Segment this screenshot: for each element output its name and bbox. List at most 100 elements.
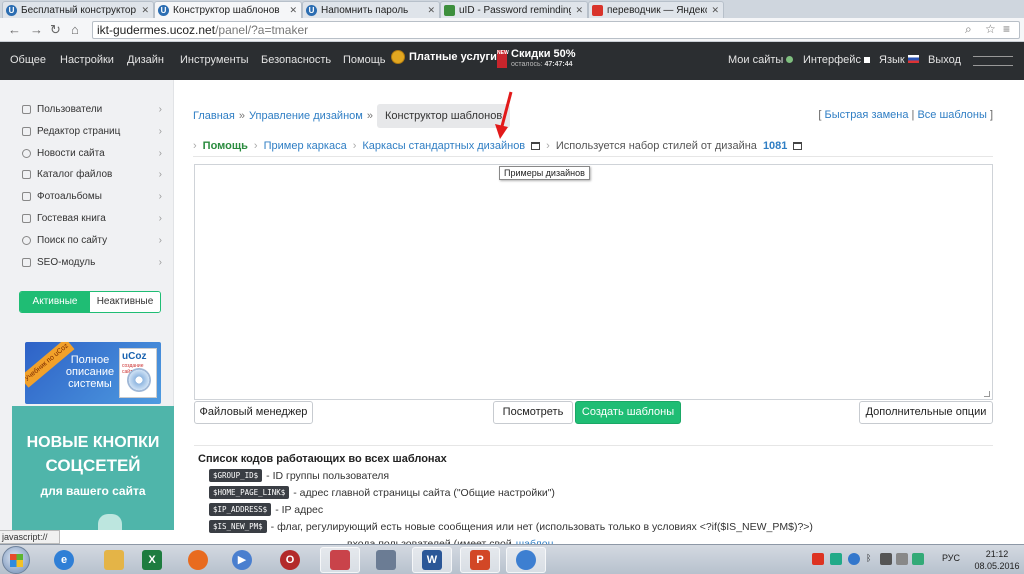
help-row: › Помощь › Пример каркаса › Каркасы стан… [193,138,993,154]
windows-logo-icon [10,554,23,567]
nav-settings[interactable]: Настройки [60,54,114,66]
discount-timer: 47:47:44 [544,61,573,68]
close-icon[interactable]: ✕ [575,5,583,16]
codes-list-title: Список кодов работающих во всех шаблонах [198,453,447,465]
browser-tab-3[interactable]: U Напомнить пароль ✕ [302,1,440,18]
banner-decoration-icon [98,514,122,530]
back-icon[interactable]: ← [8,22,21,38]
code-tag[interactable]: $GROUP_ID$ [209,469,263,482]
template-editor-textarea[interactable] [194,164,993,400]
browser-tab-2[interactable]: U Конструктор шаблонов ✕ [154,1,302,18]
nav-design[interactable]: Дизайн [127,54,164,66]
create-templates-button[interactable]: Создать шаблоны [575,401,681,424]
close-icon[interactable]: ✕ [711,5,719,16]
close-icon[interactable]: ✕ [141,5,149,16]
tab-label: Бесплатный конструктор [21,4,137,16]
breadcrumb-home[interactable]: Главная [193,110,235,122]
nav-my-sites[interactable]: Мои сайты [728,54,794,66]
taskbar-paint[interactable] [320,547,360,573]
browser-tab-4[interactable]: uID - Password reminding ✕ [440,1,588,18]
sidebar-item-seo[interactable]: SEO-модуль › [22,254,162,270]
design-number-link[interactable]: 1081 [763,140,787,152]
resize-handle-icon[interactable] [984,391,990,397]
chevron-right-icon: › [158,125,162,137]
tab-label: Напомнить пароль [321,4,409,16]
taskbar-clock[interactable]: 21:12 08.05.2016 [974,548,1020,572]
all-templates-link[interactable]: Все шаблоны [917,109,986,121]
taskbar-firefox[interactable] [178,547,218,573]
social-buttons-banner[interactable]: НОВЫЕ КНОПКИ СОЦСЕТЕЙ для вашего сайта [12,406,174,530]
bookmark-star-icon[interactable]: ☆ [985,22,996,36]
taskbar-opera[interactable]: O [270,547,310,573]
nav-language[interactable]: Язык [879,54,919,66]
home-icon[interactable]: ⌂ [71,22,79,38]
paid-services-link[interactable]: Платные услуги [391,50,497,64]
filter-active-button[interactable]: Активные [20,292,90,312]
window-icon[interactable] [793,142,803,150]
quick-replace-link[interactable]: Быстрая замена [825,109,909,121]
taskbar-media-player[interactable]: ▶ [222,547,262,573]
sidebar-item-page-editor[interactable]: Редактор страниц › [22,123,162,139]
tooltip: Примеры дизайнов [499,166,590,180]
close-icon[interactable]: ✕ [289,5,297,16]
code-tag[interactable]: $IP_ADDRESS$ [209,503,272,516]
sidebar-item-guestbook[interactable]: Гостевая книга › [22,210,162,226]
window-icon[interactable] [531,142,541,150]
tray-skype-icon[interactable] [848,553,860,565]
close-icon[interactable]: ✕ [427,5,435,16]
filter-inactive-button[interactable]: Неактивные [90,292,160,312]
nav-security[interactable]: Безопасность [261,54,331,66]
site-top-nav: Общее Настройки Дизайн Инструменты Безоп… [0,42,1024,80]
nav-general[interactable]: Общее [10,54,46,66]
taskbar-chrome[interactable] [506,547,546,573]
breadcrumb-design[interactable]: Управление дизайном [249,110,363,122]
taskbar-ie[interactable]: e [44,547,84,573]
taskbar-word[interactable]: W [412,547,452,573]
chevron-right-icon: › [158,103,162,115]
ucoz-tutorial-banner[interactable]: Учебник по uCoz Полное описание системы … [25,342,161,404]
browser-menu-icon[interactable]: ≡ [1003,22,1010,36]
sidebar-item-photo-albums[interactable]: Фотоальбомы › [22,188,162,204]
code-tag[interactable]: $HOME_PAGE_LINK$ [209,486,290,499]
tray-language[interactable]: РУС [942,553,960,563]
taskbar-excel[interactable]: X [132,547,172,573]
taskbar-powerpoint[interactable]: P [460,547,500,573]
file-manager-button[interactable]: Файловый менеджер [194,401,313,424]
search-icon[interactable]: ⌕ [965,22,972,37]
forward-icon[interactable]: → [30,22,43,38]
tray-app-icon[interactable] [830,553,842,565]
sidebar-item-file-catalog[interactable]: Каталог файлов › [22,166,162,182]
help-link[interactable]: Помощь [203,140,248,152]
tray-battery-icon[interactable] [896,553,908,565]
url-input[interactable]: ikt-gudermes.ucoz.net/panel/?a=tmaker ⌕ … [92,21,1020,39]
sidebar-item-news[interactable]: Новости сайта › [22,145,162,161]
sidebar-item-site-search[interactable]: Поиск по сайту › [22,232,162,248]
discount-link[interactable]: NEW Скидки 50% осталось: 47:47:44 [497,48,576,69]
code-description: - ID группы пользователя [266,469,390,482]
tray-bluetooth-icon[interactable]: ᛒ [866,553,871,563]
code-tag[interactable]: $IS_NEW_PM$ [209,520,267,533]
nav-help[interactable]: Помощь [343,54,386,66]
hamburger-icon[interactable] [973,56,1013,66]
nav-exit[interactable]: Выход [928,54,961,66]
reload-icon[interactable]: ↻ [50,22,61,38]
taskbar-calculator[interactable] [366,547,406,573]
excel-icon: X [142,550,162,570]
browser-tab-5[interactable]: переводчик — Яндекс.н ✕ [588,1,724,18]
start-button[interactable] [2,546,30,574]
bullet-icon: › [546,140,550,152]
preview-button[interactable]: Посмотреть [493,401,573,424]
discount-left-label: осталось: [511,61,543,68]
code-description: - IP адрес [275,503,324,516]
standard-frames-link[interactable]: Каркасы стандартных дизайнов [362,140,525,152]
sidebar-item-users[interactable]: Пользователи › [22,101,162,117]
nav-tools[interactable]: Инструменты [180,54,249,66]
tray-network-icon[interactable] [880,553,892,565]
tray-flag-icon[interactable] [912,553,924,565]
nav-interface[interactable]: Интерфейс [803,54,871,66]
tray-mail-icon[interactable] [812,553,824,565]
extra-options-button[interactable]: Дополнительные опции [859,401,993,424]
browser-tab-1[interactable]: U Бесплатный конструктор ✕ [2,1,154,18]
taskbar-explorer[interactable] [94,547,134,573]
sample-frame-link[interactable]: Пример каркаса [264,140,347,152]
